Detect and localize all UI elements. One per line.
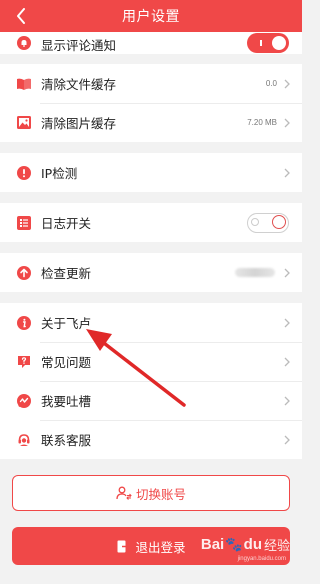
version-value-blurred: [235, 268, 275, 277]
baidu-watermark: Bai 🐾 du 经验: [200, 536, 290, 553]
chevron-right-icon: [283, 434, 291, 446]
setting-row-ip-check[interactable]: IP检测: [0, 153, 302, 192]
image-cache-size: 7.20 MB: [247, 118, 277, 127]
log-list-icon: [16, 215, 32, 231]
feedback-bubble-icon: [16, 393, 32, 409]
chevron-right-icon: [283, 117, 291, 129]
setting-label: IP检测: [41, 166, 78, 181]
setting-label: 清除文件缓存: [41, 77, 117, 92]
warning-icon: [16, 165, 32, 181]
setting-row-clear-image-cache[interactable]: 清除图片缓存 7.20 MB: [0, 103, 302, 142]
bell-icon: [16, 35, 32, 51]
setting-label: 我要吐槽: [41, 394, 92, 409]
image-icon: [16, 115, 32, 131]
question-icon: [16, 354, 32, 370]
setting-row-comment-notify: 显示评论通知: [0, 32, 302, 54]
chevron-right-icon: [283, 78, 291, 90]
page-title: 用户设置: [122, 9, 180, 25]
setting-label: 日志开关: [41, 216, 92, 231]
switch-account-label: 切换账号: [135, 486, 186, 502]
settings-group-update: 检查更新: [0, 253, 302, 292]
setting-row-faq[interactable]: 常见问题: [0, 342, 302, 381]
settings-group-help: 关于飞卢 常见问题 我要吐槽 联系客服: [0, 303, 302, 459]
setting-row-support[interactable]: 联系客服: [0, 420, 302, 459]
setting-label: 清除图片缓存: [41, 116, 117, 131]
book-icon: [16, 76, 32, 92]
settings-group-ip: IP检测: [0, 153, 302, 192]
setting-row-check-update[interactable]: 检查更新: [0, 253, 302, 292]
logout-label: 退出登录: [135, 539, 186, 555]
file-cache-size: 0.0: [265, 79, 277, 88]
chevron-right-icon: [283, 267, 291, 279]
setting-label: 显示评论通知: [41, 38, 117, 53]
log-switch-toggle[interactable]: [247, 212, 289, 233]
app-header: 用户设置: [0, 0, 302, 32]
settings-group-notify: 显示评论通知: [0, 32, 302, 54]
chevron-right-icon: [283, 317, 291, 329]
setting-label: 检查更新: [41, 266, 92, 281]
switch-account-button[interactable]: 切换账号: [12, 475, 290, 511]
settings-group-log: 日志开关: [0, 203, 302, 242]
chevron-right-icon: [283, 356, 291, 368]
chevron-right-icon: [283, 167, 291, 179]
settings-group-cache: 清除文件缓存 0.0 清除图片缓存 7.20 MB: [0, 64, 302, 142]
watermark-url: jingyan.baidu.com: [237, 556, 286, 562]
setting-label: 常见问题: [41, 355, 92, 370]
setting-label: 联系客服: [41, 433, 92, 448]
comment-notify-toggle[interactable]: [247, 33, 289, 53]
chevron-right-icon: [283, 395, 291, 407]
setting-row-about[interactable]: 关于飞卢: [0, 303, 302, 342]
headset-icon: [16, 432, 32, 448]
upload-arrow-icon: [16, 265, 32, 281]
logout-icon: [116, 539, 130, 553]
setting-label: 关于飞卢: [41, 316, 92, 331]
setting-row-feedback[interactable]: 我要吐槽: [0, 381, 302, 420]
paw-icon: 🐾: [225, 536, 243, 552]
info-icon: [16, 315, 32, 331]
setting-row-log-switch: 日志开关: [0, 203, 302, 242]
back-arrow-icon[interactable]: [12, 7, 30, 25]
switch-user-icon: [116, 485, 132, 501]
setting-row-clear-file-cache[interactable]: 清除文件缓存 0.0: [0, 64, 302, 103]
